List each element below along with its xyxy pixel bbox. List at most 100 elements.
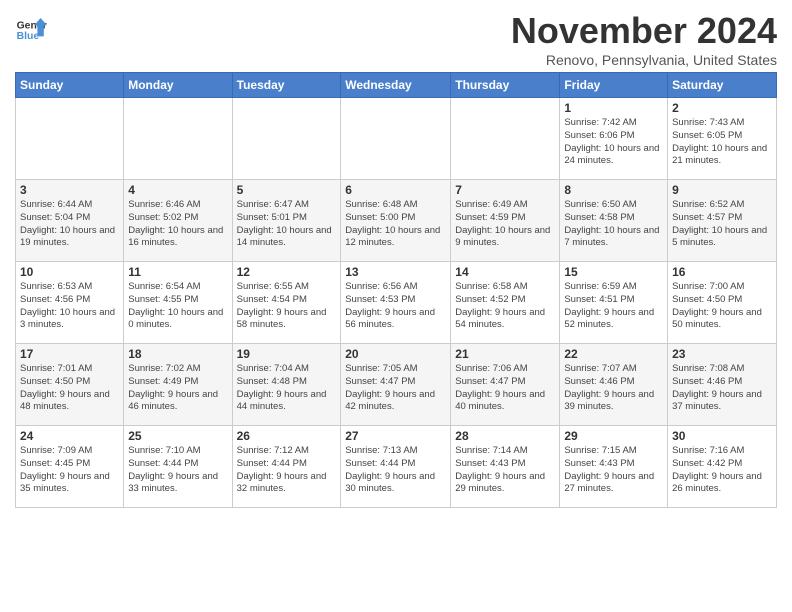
title-block: November 2024 Renovo, Pennsylvania, Unit… bbox=[511, 10, 777, 68]
calendar-cell-w3-d7: 16 Sunrise: 7:00 AM Sunset: 4:50 PM Dayli… bbox=[668, 262, 777, 344]
calendar-cell-w4-d6: 22 Sunrise: 7:07 AM Sunset: 4:46 PM Dayli… bbox=[560, 344, 668, 426]
day-info: Sunrise: 7:07 AM Sunset: 4:46 PM Dayligh… bbox=[564, 363, 663, 414]
day-number: 6 bbox=[345, 183, 446, 197]
day-number: 9 bbox=[672, 183, 772, 197]
day-number: 16 bbox=[672, 265, 772, 279]
day-number: 22 bbox=[564, 347, 663, 361]
day-number: 23 bbox=[672, 347, 772, 361]
day-info: Sunrise: 6:58 AM Sunset: 4:52 PM Dayligh… bbox=[455, 281, 555, 332]
day-number: 14 bbox=[455, 265, 555, 279]
calendar-cell-w2-d6: 8Sunrise: 6:50 AM Sunset: 4:58 PM Daylig… bbox=[560, 180, 668, 262]
day-info: Sunrise: 7:15 AM Sunset: 4:43 PM Dayligh… bbox=[564, 445, 663, 496]
col-thursday: Thursday bbox=[451, 73, 560, 98]
calendar-cell-w1-d6: 1 Sunrise: 7:42 AM Sunset: 6:06 PM Daylig… bbox=[560, 98, 668, 180]
day-info: Sunrise: 7:16 AM Sunset: 4:42 PM Dayligh… bbox=[672, 445, 772, 496]
day-number: 1 bbox=[564, 101, 663, 115]
calendar-cell-w2-d3: 5 Sunrise: 6:47 AM Sunset: 5:01 PM Daylig… bbox=[232, 180, 341, 262]
day-number: 5 bbox=[237, 183, 337, 197]
calendar-cell-w5-d2: 25 Sunrise: 7:10 AM Sunset: 4:44 PM Dayli… bbox=[124, 426, 232, 508]
day-info: Sunrise: 7:42 AM Sunset: 6:06 PM Dayligh… bbox=[564, 117, 663, 168]
day-number: 4 bbox=[128, 183, 227, 197]
week-row-3: 10 Sunrise: 6:53 AM Sunset: 4:56 PM Dayli… bbox=[16, 262, 777, 344]
day-number: 2 bbox=[672, 101, 772, 115]
day-number: 10 bbox=[20, 265, 119, 279]
day-info: Sunrise: 7:00 AM Sunset: 4:50 PM Dayligh… bbox=[672, 281, 772, 332]
calendar-cell-w5-d4: 27Sunrise: 7:13 AM Sunset: 4:44 PM Dayli… bbox=[341, 426, 451, 508]
day-info: Sunrise: 7:05 AM Sunset: 4:47 PM Dayligh… bbox=[345, 363, 446, 414]
day-info: Sunrise: 7:06 AM Sunset: 4:47 PM Dayligh… bbox=[455, 363, 555, 414]
col-wednesday: Wednesday bbox=[341, 73, 451, 98]
day-info: Sunrise: 7:43 AM Sunset: 6:05 PM Dayligh… bbox=[672, 117, 772, 168]
calendar-cell-w5-d5: 28 Sunrise: 7:14 AM Sunset: 4:43 PM Dayli… bbox=[451, 426, 560, 508]
calendar-cell-w4-d1: 17 Sunrise: 7:01 AM Sunset: 4:50 PM Dayli… bbox=[16, 344, 124, 426]
day-number: 30 bbox=[672, 429, 772, 443]
day-info: Sunrise: 6:56 AM Sunset: 4:53 PM Dayligh… bbox=[345, 281, 446, 332]
day-number: 7 bbox=[455, 183, 555, 197]
calendar-cell-w2-d1: 3 Sunrise: 6:44 AM Sunset: 5:04 PM Daylig… bbox=[16, 180, 124, 262]
day-number: 15 bbox=[564, 265, 663, 279]
calendar-cell-w4-d3: 19 Sunrise: 7:04 AM Sunset: 4:48 PM Dayli… bbox=[232, 344, 341, 426]
day-number: 24 bbox=[20, 429, 119, 443]
day-info: Sunrise: 6:50 AM Sunset: 4:58 PM Dayligh… bbox=[564, 199, 663, 250]
day-number: 17 bbox=[20, 347, 119, 361]
calendar-cell-w1-d1 bbox=[16, 98, 124, 180]
calendar-cell-w1-d2 bbox=[124, 98, 232, 180]
day-info: Sunrise: 6:59 AM Sunset: 4:51 PM Dayligh… bbox=[564, 281, 663, 332]
calendar-cell-w2-d2: 4 Sunrise: 6:46 AM Sunset: 5:02 PM Daylig… bbox=[124, 180, 232, 262]
day-number: 28 bbox=[455, 429, 555, 443]
calendar-cell-w3-d2: 11Sunrise: 6:54 AM Sunset: 4:55 PM Dayli… bbox=[124, 262, 232, 344]
day-info: Sunrise: 7:08 AM Sunset: 4:46 PM Dayligh… bbox=[672, 363, 772, 414]
calendar-cell-w4-d5: 21 Sunrise: 7:06 AM Sunset: 4:47 PM Dayli… bbox=[451, 344, 560, 426]
calendar-cell-w1-d7: 2 Sunrise: 7:43 AM Sunset: 6:05 PM Daylig… bbox=[668, 98, 777, 180]
day-number: 19 bbox=[237, 347, 337, 361]
calendar-cell-w1-d3 bbox=[232, 98, 341, 180]
logo-icon: General Blue bbox=[15, 14, 47, 46]
calendar-cell-w5-d3: 26Sunrise: 7:12 AM Sunset: 4:44 PM Dayli… bbox=[232, 426, 341, 508]
day-info: Sunrise: 7:10 AM Sunset: 4:44 PM Dayligh… bbox=[128, 445, 227, 496]
day-number: 20 bbox=[345, 347, 446, 361]
header: General Blue November 2024 Renovo, Penns… bbox=[15, 10, 777, 68]
day-info: Sunrise: 7:02 AM Sunset: 4:49 PM Dayligh… bbox=[128, 363, 227, 414]
calendar-cell-w2-d4: 6 Sunrise: 6:48 AM Sunset: 5:00 PM Daylig… bbox=[341, 180, 451, 262]
calendar-body: 1 Sunrise: 7:42 AM Sunset: 6:06 PM Daylig… bbox=[16, 98, 777, 508]
day-info: Sunrise: 7:14 AM Sunset: 4:43 PM Dayligh… bbox=[455, 445, 555, 496]
calendar-cell-w3-d4: 13 Sunrise: 6:56 AM Sunset: 4:53 PM Dayli… bbox=[341, 262, 451, 344]
week-row-2: 3 Sunrise: 6:44 AM Sunset: 5:04 PM Daylig… bbox=[16, 180, 777, 262]
day-info: Sunrise: 6:55 AM Sunset: 4:54 PM Dayligh… bbox=[237, 281, 337, 332]
col-sunday: Sunday bbox=[16, 73, 124, 98]
calendar-cell-w5-d1: 24Sunrise: 7:09 AM Sunset: 4:45 PM Dayli… bbox=[16, 426, 124, 508]
day-number: 26 bbox=[237, 429, 337, 443]
week-row-4: 17 Sunrise: 7:01 AM Sunset: 4:50 PM Dayli… bbox=[16, 344, 777, 426]
calendar-header: Sunday Monday Tuesday Wednesday Thursday… bbox=[16, 73, 777, 98]
location: Renovo, Pennsylvania, United States bbox=[511, 52, 777, 68]
day-number: 3 bbox=[20, 183, 119, 197]
day-info: Sunrise: 6:48 AM Sunset: 5:00 PM Dayligh… bbox=[345, 199, 446, 250]
day-info: Sunrise: 7:01 AM Sunset: 4:50 PM Dayligh… bbox=[20, 363, 119, 414]
calendar-cell-w4-d2: 18Sunrise: 7:02 AM Sunset: 4:49 PM Dayli… bbox=[124, 344, 232, 426]
logo: General Blue bbox=[15, 14, 47, 46]
calendar-cell-w1-d5 bbox=[451, 98, 560, 180]
day-number: 11 bbox=[128, 265, 227, 279]
day-info: Sunrise: 6:46 AM Sunset: 5:02 PM Dayligh… bbox=[128, 199, 227, 250]
col-tuesday: Tuesday bbox=[232, 73, 341, 98]
day-info: Sunrise: 7:04 AM Sunset: 4:48 PM Dayligh… bbox=[237, 363, 337, 414]
day-number: 21 bbox=[455, 347, 555, 361]
col-monday: Monday bbox=[124, 73, 232, 98]
header-row: Sunday Monday Tuesday Wednesday Thursday… bbox=[16, 73, 777, 98]
svg-text:Blue: Blue bbox=[17, 31, 40, 42]
day-info: Sunrise: 6:47 AM Sunset: 5:01 PM Dayligh… bbox=[237, 199, 337, 250]
page: General Blue November 2024 Renovo, Penns… bbox=[0, 0, 792, 518]
day-info: Sunrise: 7:13 AM Sunset: 4:44 PM Dayligh… bbox=[345, 445, 446, 496]
day-info: Sunrise: 6:49 AM Sunset: 4:59 PM Dayligh… bbox=[455, 199, 555, 250]
calendar-cell-w5-d6: 29Sunrise: 7:15 AM Sunset: 4:43 PM Dayli… bbox=[560, 426, 668, 508]
calendar-cell-w4-d7: 23 Sunrise: 7:08 AM Sunset: 4:46 PM Dayli… bbox=[668, 344, 777, 426]
day-info: Sunrise: 6:53 AM Sunset: 4:56 PM Dayligh… bbox=[20, 281, 119, 332]
day-number: 25 bbox=[128, 429, 227, 443]
calendar-cell-w2-d7: 9Sunrise: 6:52 AM Sunset: 4:57 PM Daylig… bbox=[668, 180, 777, 262]
day-number: 13 bbox=[345, 265, 446, 279]
month-title: November 2024 bbox=[511, 10, 777, 52]
calendar-cell-w1-d4 bbox=[341, 98, 451, 180]
col-saturday: Saturday bbox=[668, 73, 777, 98]
calendar-cell-w3-d5: 14 Sunrise: 6:58 AM Sunset: 4:52 PM Dayli… bbox=[451, 262, 560, 344]
day-info: Sunrise: 6:44 AM Sunset: 5:04 PM Dayligh… bbox=[20, 199, 119, 250]
